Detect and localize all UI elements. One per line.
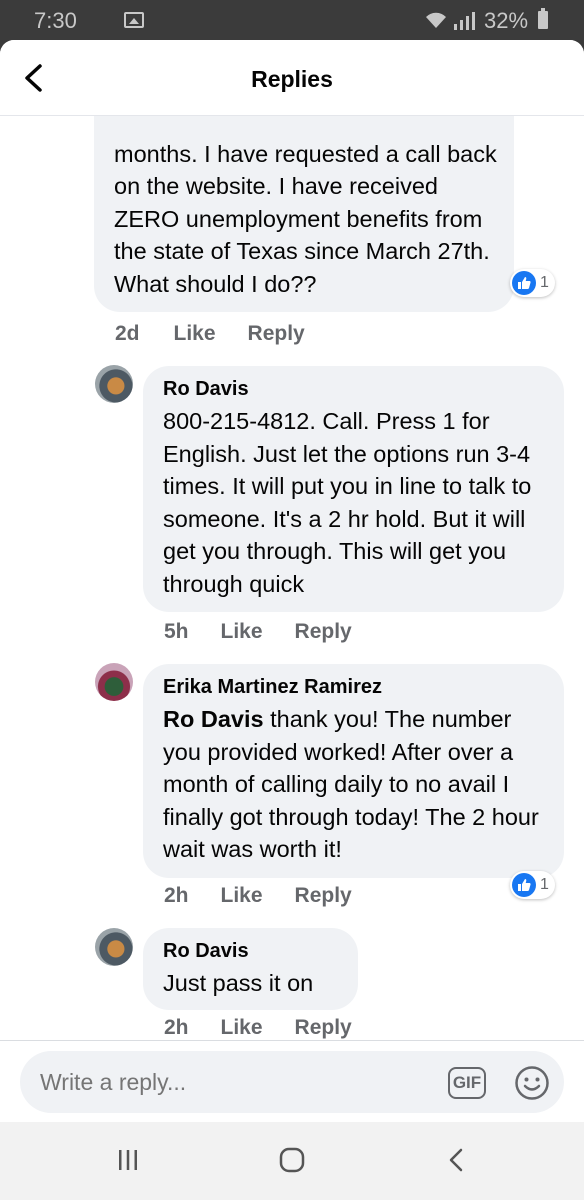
page-title: Replies <box>251 66 333 92</box>
like-button[interactable]: Like <box>221 620 263 644</box>
replies-thread[interactable]: months. I have requested a call back on … <box>0 40 584 1040</box>
wifi-icon <box>426 12 446 28</box>
like-button[interactable]: Like <box>174 322 216 346</box>
reaction-badge[interactable]: 1 <box>510 269 555 297</box>
comment-bubble: Ro Davis Just pass it on <box>143 928 358 1010</box>
comment-text-wrapper: Ro Davis thank you! The number you provi… <box>163 703 550 866</box>
comment-author[interactable]: Erika Martinez Ramirez <box>163 676 550 699</box>
gif-icon[interactable]: GIF <box>448 1067 486 1099</box>
avatar[interactable] <box>95 663 133 701</box>
system-nav-bar <box>0 1122 584 1200</box>
comment-text: Just pass it on <box>163 970 314 996</box>
comment-meta: 2h Like Reply <box>164 884 352 908</box>
reply-button[interactable]: Reply <box>295 620 352 644</box>
avatar[interactable] <box>95 928 133 966</box>
reply-button[interactable]: Reply <box>295 1016 352 1040</box>
thumbs-up-icon <box>512 271 536 295</box>
reply-button[interactable]: Reply <box>295 884 352 908</box>
like-button[interactable]: Like <box>221 1016 263 1040</box>
comment-time: 2h <box>164 1016 189 1039</box>
header: Replies <box>0 40 584 116</box>
comment-author[interactable]: Ro Davis <box>163 940 344 963</box>
replies-screen: months. I have requested a call back on … <box>0 40 584 1122</box>
comment-meta: 2h Like Reply <box>164 1016 352 1040</box>
avatar[interactable] <box>95 365 133 403</box>
like-button[interactable]: Like <box>221 884 263 908</box>
comment-time: 2h <box>164 884 189 907</box>
status-time: 7:30 <box>34 8 77 33</box>
signal-icon <box>454 12 475 30</box>
smiley-icon[interactable] <box>514 1065 550 1101</box>
reaction-count: 1 <box>540 274 549 291</box>
reaction-badge[interactable]: 1 <box>510 871 555 899</box>
nav-back-icon[interactable] <box>444 1147 468 1173</box>
recent-apps-icon[interactable] <box>116 1148 140 1172</box>
home-icon[interactable] <box>279 1147 305 1173</box>
battery-percent: 32% <box>484 8 529 33</box>
comment-text: months. I have requested a call back on … <box>114 140 497 297</box>
gallery-notification-icon <box>124 12 144 28</box>
reply-composer: GIF <box>0 1040 584 1122</box>
comment-bubble: Ro Davis 800-215-4812. Call. Press 1 for… <box>143 366 564 612</box>
comment-time: 2d <box>115 322 140 345</box>
reply-button[interactable]: Reply <box>248 322 305 346</box>
status-bar: 7:30 32% <box>0 0 584 40</box>
comment-meta: 2d Like Reply <box>115 322 305 346</box>
battery-icon <box>538 8 548 29</box>
comment-meta: 5h Like Reply <box>164 620 352 644</box>
comment-author[interactable]: Ro Davis <box>163 378 550 401</box>
comment-time: 5h <box>164 620 189 643</box>
comment-text: 800-215-4812. Call. Press 1 for English.… <box>163 408 532 597</box>
reaction-count: 1 <box>540 876 549 893</box>
mention-link[interactable]: Ro Davis <box>163 706 264 732</box>
comment-bubble: Erika Martinez Ramirez Ro Davis thank yo… <box>143 664 564 878</box>
thumbs-up-icon <box>512 873 536 897</box>
